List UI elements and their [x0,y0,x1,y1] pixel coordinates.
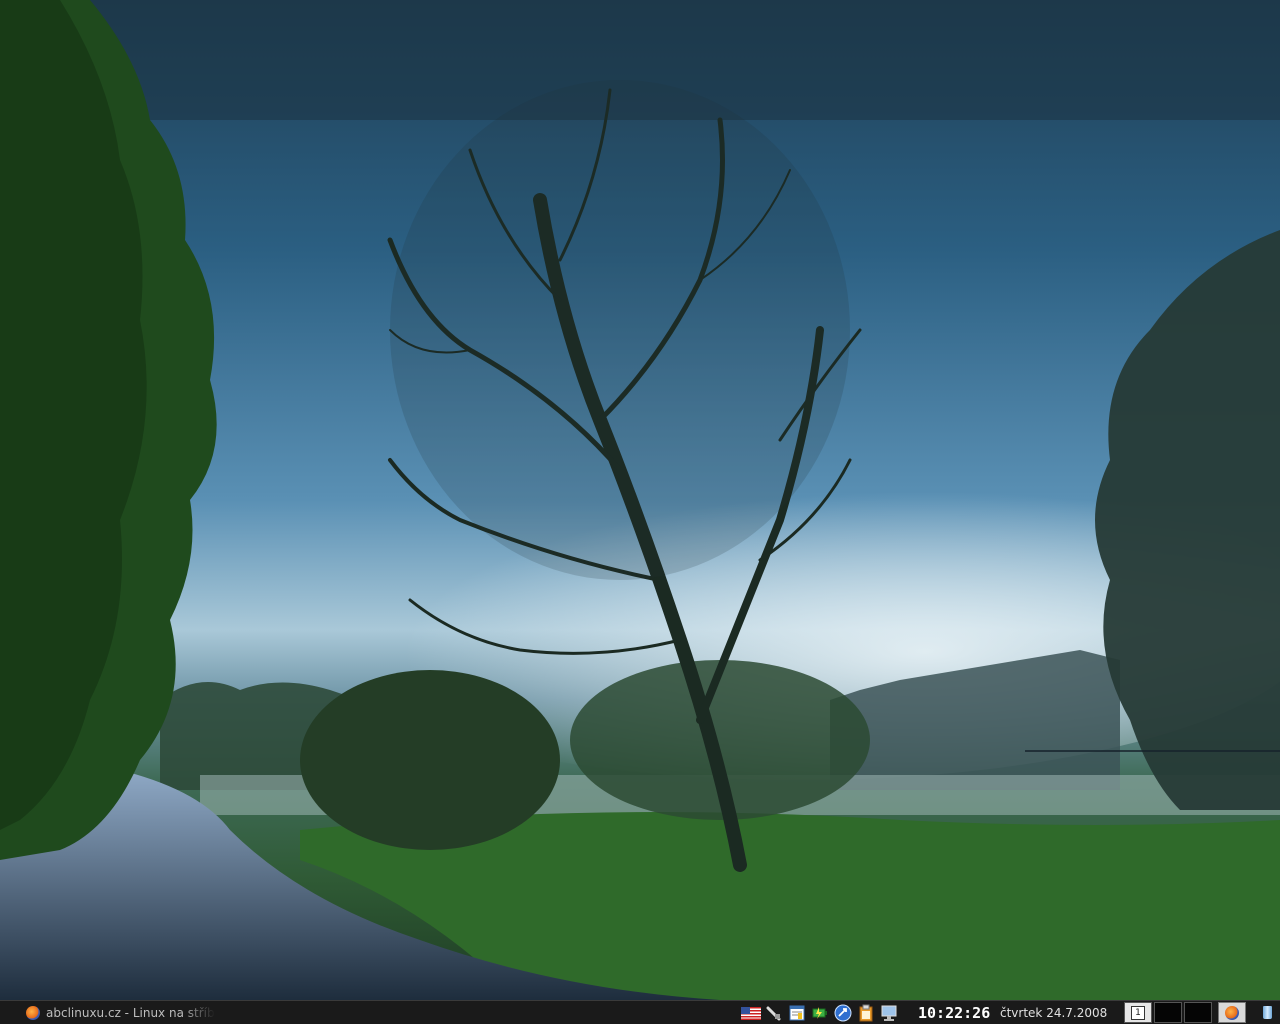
workspace-2[interactable] [1154,1002,1182,1023]
taskbar: abclinuxu.cz - Linux na stříb 10:22:26 č… [0,1000,1280,1024]
display-icon[interactable] [878,1004,899,1023]
system-tray [740,1003,899,1023]
firefox-icon [26,1006,40,1020]
workspace-1[interactable]: 1 [1124,1002,1152,1023]
workspace-1-label: 1 [1131,1005,1145,1020]
firefox-icon [1225,1005,1239,1020]
taskbar-window-button[interactable]: abclinuxu.cz - Linux na stříb [26,1003,226,1023]
firefox-launcher-button[interactable] [1218,1002,1246,1023]
notes-icon[interactable] [786,1004,807,1023]
workspace-3[interactable] [1184,1002,1212,1023]
wallpaper-image [0,0,1280,1000]
date-label: čtvrtek 24.7.2008 [1000,1006,1108,1020]
window-title: abclinuxu.cz - Linux na stříb [46,1006,215,1020]
clock[interactable]: 10:22:26 [918,1003,990,1023]
keyboard-layout-us-flag-icon[interactable] [740,1004,761,1023]
desktop-wallpaper [0,0,1280,1000]
clipboard-icon[interactable] [855,1004,876,1023]
trash-icon[interactable] [1260,1003,1274,1022]
workspace-pager: 1 [1124,1002,1212,1023]
updates-icon[interactable] [832,1004,853,1023]
battery-power-icon[interactable] [809,1004,830,1023]
network-cable-icon[interactable] [763,1004,784,1023]
